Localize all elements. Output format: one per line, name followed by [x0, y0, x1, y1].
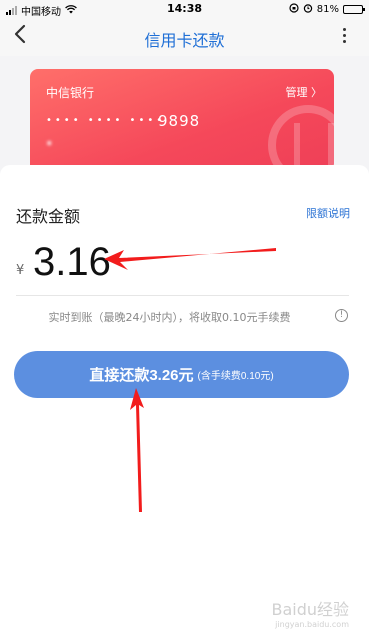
alarm-icon	[303, 3, 313, 16]
card-last-four: 9898	[158, 112, 201, 130]
repay-button[interactable]: 直接还款3.26元 (含手续费0.10元)	[14, 351, 349, 398]
repayment-panel: 还款金额 限额说明 ¥ 3.16 实时到账（最晚24小时内），将收取0.10元手…	[0, 165, 369, 637]
orientation-lock-icon	[289, 3, 299, 16]
credit-card[interactable]: 中信银行 管理 〉 •••• •••• •••• 9898 *	[30, 69, 334, 174]
bank-logo-icon	[268, 105, 334, 174]
limit-info-link[interactable]: 限额说明	[306, 205, 350, 221]
watermark-brand: Baidu经验	[271, 600, 349, 619]
status-bar-right: 81%	[289, 3, 365, 16]
page-title: 信用卡还款	[144, 31, 225, 50]
amount-section-title: 还款金额	[16, 207, 81, 226]
card-masked-digits: •••• •••• ••••	[46, 115, 166, 126]
repay-button-label: 直接还款3.26元	[89, 367, 194, 384]
battery-icon	[343, 5, 365, 14]
status-bar: 中国移动 14:38 81%	[0, 0, 369, 18]
card-bank-name: 中信银行	[46, 86, 95, 100]
card-manage-link[interactable]: 管理 〉	[286, 84, 323, 100]
repay-button-fee: (含手续费0.10元)	[197, 371, 274, 382]
divider	[16, 295, 349, 296]
card-holder-name: *	[46, 139, 53, 154]
currency-symbol: ¥	[16, 263, 25, 278]
info-icon[interactable]: !	[335, 309, 348, 322]
watermark-url: jingyan.baidu.com	[275, 620, 349, 629]
nav-bar: 信用卡还款	[0, 18, 369, 56]
fee-note: 实时到账（最晚24小时内），将收取0.10元手续费	[48, 311, 291, 324]
amount-input[interactable]: 3.16	[33, 240, 111, 285]
more-vertical-icon[interactable]	[343, 28, 347, 43]
battery-percent: 81%	[316, 4, 339, 15]
watermark: Baidu经验 jingyan.baidu.com	[271, 596, 349, 629]
